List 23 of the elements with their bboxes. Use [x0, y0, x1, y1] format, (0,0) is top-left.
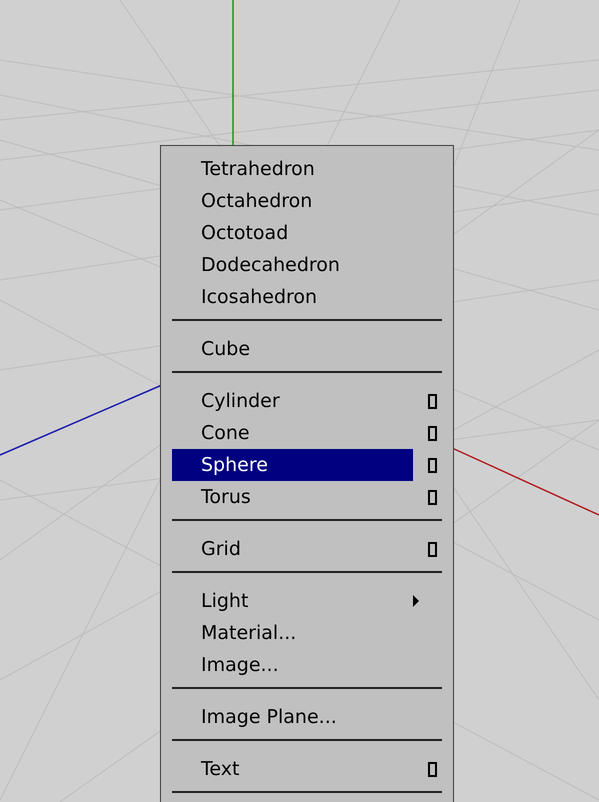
- menu-item[interactable]: Dodecahedron: [172, 249, 413, 281]
- menu-item[interactable]: Icosahedron: [172, 281, 413, 313]
- menu-item[interactable]: Text: [172, 753, 413, 785]
- option-box-icon[interactable]: [428, 394, 437, 408]
- menu-item[interactable]: Image Plane...: [172, 701, 413, 733]
- menu-item[interactable]: Octotoad: [172, 217, 413, 249]
- menu-item[interactable]: Cube: [172, 333, 413, 365]
- menu-item[interactable]: Torus: [172, 481, 413, 513]
- menu-item[interactable]: Cylinder: [172, 385, 413, 417]
- option-box-icon[interactable]: [428, 426, 437, 440]
- menu-item[interactable]: Image...: [172, 649, 413, 681]
- menu-item[interactable]: Octahedron: [172, 185, 413, 217]
- menu-item[interactable]: Grid: [172, 533, 413, 565]
- menu-item[interactable]: Light: [172, 585, 413, 617]
- submenu-arrow-icon: [413, 595, 419, 607]
- menu-item[interactable]: Material...: [172, 617, 413, 649]
- option-box-icon[interactable]: [428, 762, 437, 776]
- option-box-icon[interactable]: [428, 458, 437, 472]
- menu-item[interactable]: Tetrahedron: [172, 153, 413, 185]
- menu-item[interactable]: Sphere: [172, 449, 413, 481]
- option-box-icon[interactable]: [428, 490, 437, 504]
- option-box-icon[interactable]: [428, 542, 437, 556]
- menu-item[interactable]: Cone: [172, 417, 413, 449]
